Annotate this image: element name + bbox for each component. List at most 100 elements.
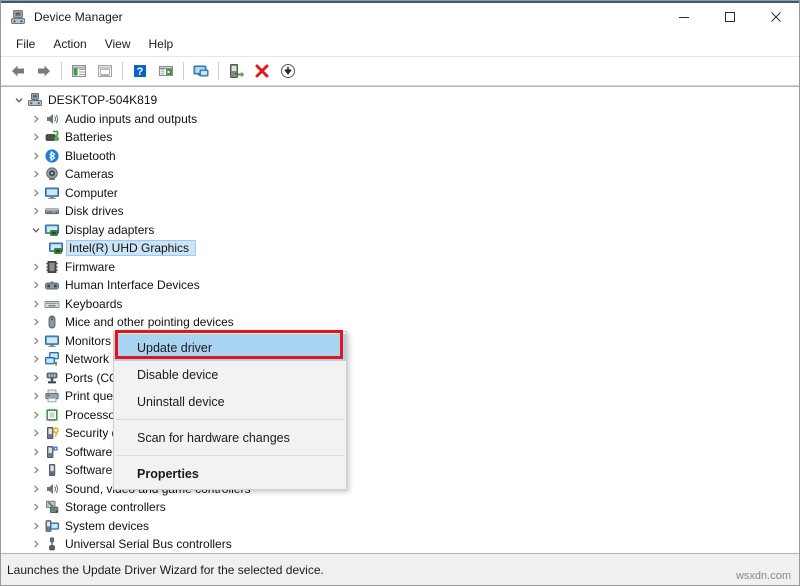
chevron-right-icon[interactable]: [28, 370, 44, 386]
computer-root-icon: [27, 92, 43, 108]
processor-icon: [44, 407, 60, 423]
chevron-right-icon[interactable]: [28, 111, 44, 127]
chevron-right-icon[interactable]: [28, 407, 44, 423]
chevron-right-icon[interactable]: [28, 166, 44, 182]
chevron-right-icon[interactable]: [28, 277, 44, 293]
chevron-right-icon[interactable]: [28, 296, 44, 312]
system-device-icon: [44, 518, 60, 534]
speaker-icon: [44, 111, 60, 127]
chevron-right-icon[interactable]: [28, 425, 44, 441]
chevron-right-icon[interactable]: [28, 351, 44, 367]
tree-item-display-adapters[interactable]: Display adapters: [1, 221, 799, 240]
close-button[interactable]: [753, 1, 799, 32]
show-hide-action-pane-button[interactable]: [153, 59, 179, 83]
update-driver-button[interactable]: [223, 59, 249, 83]
menu-action[interactable]: Action: [44, 34, 95, 55]
context-menu-item-scan-for-hardware-changes[interactable]: Scan for hardware changes: [114, 424, 346, 451]
toolbar-separator-4: [218, 62, 219, 80]
firmware-icon: [44, 259, 60, 275]
context-menu-item-disable-device[interactable]: Disable device: [114, 361, 346, 388]
context-menu-item-uninstall-device[interactable]: Uninstall device: [114, 388, 346, 415]
chevron-down-icon[interactable]: [28, 222, 44, 238]
tree-item-firmware[interactable]: Firmware: [1, 258, 799, 277]
disable-device-button[interactable]: [275, 59, 301, 83]
chevron-right-icon[interactable]: [28, 314, 44, 330]
back-button[interactable]: [5, 59, 31, 83]
tree-item-desktop[interactable]: DESKTOP-504K819: [1, 91, 799, 110]
chevron-right-icon[interactable]: [28, 185, 44, 201]
tree-item-intel-uhd-graphics[interactable]: Intel(R) UHD Graphics: [1, 239, 799, 258]
menu-file[interactable]: File: [7, 34, 44, 55]
toolbar: ?: [1, 57, 799, 86]
left-arrow-icon: [9, 62, 27, 80]
watermark: wsxdn.com: [735, 570, 791, 582]
chevron-right-icon[interactable]: [28, 259, 44, 275]
security-device-icon: [44, 425, 60, 441]
chevron-right-icon[interactable]: [28, 499, 44, 515]
chevron-down-icon[interactable]: [11, 92, 27, 108]
chevron-right-icon[interactable]: [28, 148, 44, 164]
tree-item-keyboards[interactable]: Keyboards: [1, 295, 799, 314]
context-menu-separator-1: [116, 419, 344, 420]
tree-item-disk-drives[interactable]: Disk drives: [1, 202, 799, 221]
tree-item-audio-inputs-and-outputs[interactable]: Audio inputs and outputs: [1, 110, 799, 129]
tree-item-label: Computer: [65, 185, 118, 200]
toolbar-separator-3: [183, 62, 184, 80]
forward-button[interactable]: [31, 59, 57, 83]
tree-item-system-devices[interactable]: System devices: [1, 517, 799, 536]
speaker-icon: [44, 481, 60, 497]
tree-item-mice-and-pointing-devices[interactable]: Mice and other pointing devices: [1, 313, 799, 332]
tree-item-label: System devices: [65, 518, 150, 533]
svg-text:?: ?: [137, 66, 144, 78]
battery-icon: [44, 129, 60, 145]
properties-window-icon: [96, 62, 114, 80]
chevron-right-icon[interactable]: [28, 481, 44, 497]
properties-button[interactable]: [92, 59, 118, 83]
software-component-icon: [44, 444, 60, 460]
tree-item-batteries[interactable]: Batteries: [1, 128, 799, 147]
port-icon: [44, 370, 60, 386]
chevron-right-icon[interactable]: [28, 462, 44, 478]
tree-item-label: DESKTOP-504K819: [48, 93, 158, 108]
uninstall-device-button[interactable]: [249, 59, 275, 83]
device-tree-pane[interactable]: DESKTOP-504K819 Audio inputs and outputs: [1, 86, 799, 553]
context-menu-item-properties[interactable]: Properties: [114, 460, 346, 487]
minimize-button[interactable]: [661, 1, 707, 32]
chevron-right-icon[interactable]: [28, 203, 44, 219]
storage-controller-icon: [44, 499, 60, 515]
tree-item-computer[interactable]: Computer: [1, 184, 799, 203]
chevron-right-icon[interactable]: [28, 518, 44, 534]
device-context-menu[interactable]: Update driver Disable device Uninstall d…: [113, 331, 347, 490]
device-manager-icon: [10, 9, 26, 25]
down-arrow-circle-icon: [279, 62, 297, 80]
update-driver-icon: [227, 62, 245, 80]
chevron-right-icon[interactable]: [28, 388, 44, 404]
chevron-right-icon[interactable]: [28, 536, 44, 552]
tree-item-label: Batteries: [65, 130, 113, 145]
right-arrow-icon: [35, 62, 53, 80]
tree-item-cameras[interactable]: Cameras: [1, 165, 799, 184]
software-device-icon: [44, 462, 60, 478]
maximize-button[interactable]: [707, 1, 753, 32]
chevron-right-icon[interactable]: [28, 444, 44, 460]
chevron-right-icon[interactable]: [28, 129, 44, 145]
help-button[interactable]: ?: [127, 59, 153, 83]
show-hide-console-tree-button[interactable]: [66, 59, 92, 83]
tree-item-human-interface-devices[interactable]: Human Interface Devices: [1, 276, 799, 295]
context-menu-separator-2: [116, 455, 344, 456]
window-title: Device Manager: [34, 9, 123, 24]
question-mark-icon: ?: [131, 62, 149, 80]
status-text: Launches the Update Driver Wizard for th…: [7, 562, 324, 577]
toolbar-separator-2: [122, 62, 123, 80]
chevron-right-icon[interactable]: [28, 333, 44, 349]
usb-icon: [44, 536, 60, 552]
scan-hardware-changes-button[interactable]: [188, 59, 214, 83]
network-adapter-icon: [44, 351, 60, 367]
context-menu-item-update-driver[interactable]: Update driver: [114, 334, 346, 361]
tree-item-universal-serial-bus-controllers[interactable]: Universal Serial Bus controllers: [1, 535, 799, 553]
menu-view[interactable]: View: [96, 34, 140, 55]
tree-item-storage-controllers[interactable]: Storage controllers: [1, 498, 799, 517]
menu-help[interactable]: Help: [140, 34, 183, 55]
tree-item-bluetooth[interactable]: Bluetooth: [1, 147, 799, 166]
device-manager-window: Device Manager File Action View Help ? D…: [0, 0, 800, 586]
